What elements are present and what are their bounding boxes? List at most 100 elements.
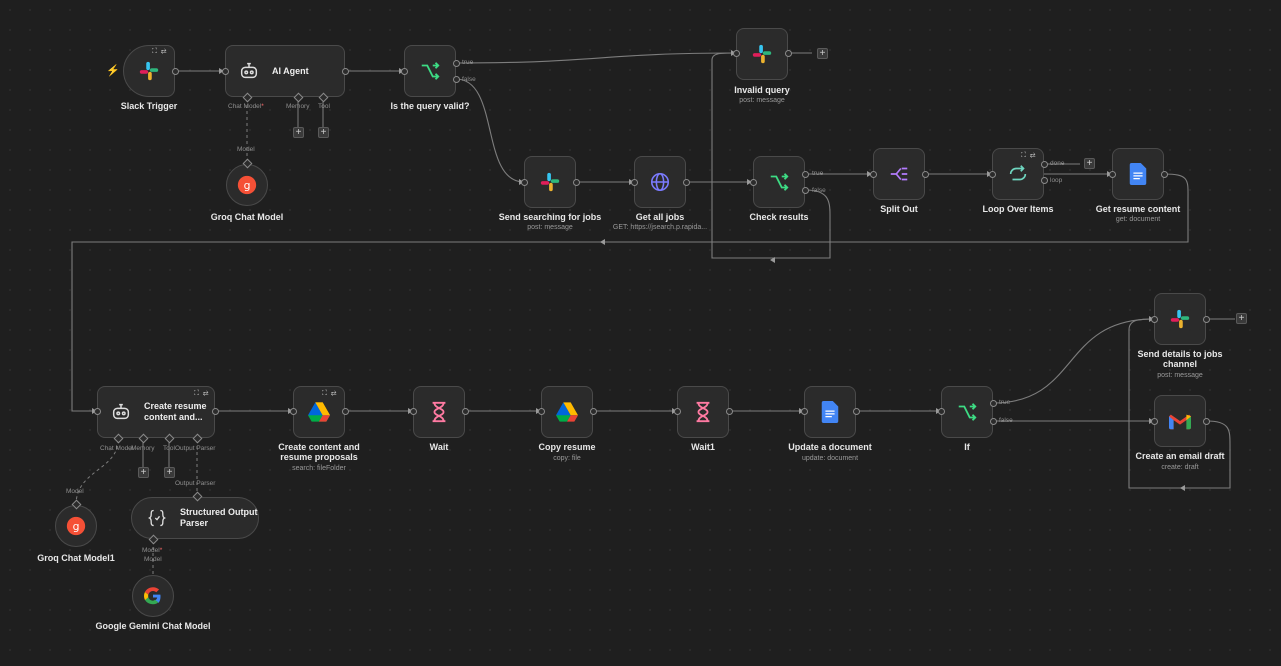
robot-icon	[108, 399, 134, 425]
output-port[interactable]	[1203, 316, 1210, 323]
true-output-port[interactable]	[802, 171, 809, 178]
node-subtitle: get: document	[1115, 216, 1161, 223]
model-port-label: Model	[144, 556, 162, 563]
node-label: Groq Chat Model	[210, 212, 284, 222]
input-port[interactable]	[538, 408, 545, 415]
true-output-port[interactable]	[453, 60, 460, 67]
input-port[interactable]	[94, 408, 101, 415]
node-subtitle: update: document	[801, 455, 859, 462]
node-groq-chat-model1[interactable]: g	[55, 505, 97, 547]
done-branch-label: done	[1050, 160, 1065, 167]
loop-icon	[1005, 161, 1031, 187]
false-output-port[interactable]	[453, 76, 460, 83]
node-if[interactable]	[941, 386, 993, 438]
input-port[interactable]	[410, 408, 417, 415]
node-label: Create content and resume proposals	[278, 442, 360, 462]
node-structured-output-parser[interactable]: Structured Output Parser	[131, 497, 259, 539]
input-port[interactable]	[1151, 316, 1158, 323]
false-output-port[interactable]	[802, 187, 809, 194]
output-port[interactable]	[726, 408, 733, 415]
output-port[interactable]	[683, 179, 690, 186]
add-node-button[interactable]: +	[1084, 158, 1095, 169]
input-port[interactable]	[733, 50, 740, 57]
node-get-resume-content[interactable]	[1112, 148, 1164, 200]
input-port[interactable]	[521, 179, 528, 186]
done-output-port[interactable]	[1041, 161, 1048, 168]
node-google-gemini-chat-model[interactable]	[132, 575, 174, 617]
false-branch-label: false	[999, 417, 1013, 424]
add-tool-button[interactable]: +	[164, 467, 175, 478]
false-output-port[interactable]	[990, 418, 997, 425]
node-check-results[interactable]	[753, 156, 805, 208]
node-invalid-query[interactable]	[736, 28, 788, 80]
input-port[interactable]	[631, 179, 638, 186]
node-send-searching-for-jobs[interactable]	[524, 156, 576, 208]
node-copy-resume[interactable]	[541, 386, 593, 438]
true-output-port[interactable]	[990, 400, 997, 407]
globe-icon	[647, 169, 673, 195]
input-port[interactable]	[870, 171, 877, 178]
output-port[interactable]	[1161, 171, 1168, 178]
google-docs-icon	[1125, 161, 1151, 187]
workflow-canvas[interactable]	[0, 0, 1281, 666]
groq-icon: g	[63, 513, 89, 539]
add-memory-button[interactable]: +	[293, 127, 304, 138]
output-port[interactable]	[172, 68, 179, 75]
output-port[interactable]	[462, 408, 469, 415]
node-send-details[interactable]	[1154, 293, 1206, 345]
input-port[interactable]	[989, 171, 996, 178]
input-port[interactable]	[938, 408, 945, 415]
node-get-all-jobs[interactable]	[634, 156, 686, 208]
node-options-icon[interactable]: ⛶ ⇄	[322, 390, 337, 398]
input-port[interactable]	[750, 179, 757, 186]
slack-icon	[1167, 306, 1193, 332]
add-node-button[interactable]: +	[1236, 313, 1247, 324]
node-update-document[interactable]	[804, 386, 856, 438]
chat-model-port-label: Chat Model	[100, 445, 134, 452]
node-label: Invalid query	[734, 85, 790, 95]
add-node-button[interactable]: +	[817, 48, 828, 59]
output-port[interactable]	[573, 179, 580, 186]
slack-icon	[136, 58, 162, 84]
node-label: Get resume content	[1095, 204, 1181, 214]
input-port[interactable]	[674, 408, 681, 415]
input-port[interactable]	[801, 408, 808, 415]
google-docs-icon	[817, 399, 843, 425]
output-port[interactable]	[342, 68, 349, 75]
node-is-query-valid[interactable]	[404, 45, 456, 97]
tool-port-label: Tool	[163, 445, 175, 452]
input-port[interactable]	[222, 68, 229, 75]
node-ai-agent[interactable]: AI Agent	[225, 45, 345, 97]
slack-icon	[537, 169, 563, 195]
node-label: Copy resume	[538, 442, 596, 452]
node-options-icon[interactable]: ⛶ ⇄	[194, 390, 209, 398]
node-options-icon[interactable]: ⛶ ⇄	[152, 48, 167, 56]
node-split-out[interactable]	[873, 148, 925, 200]
output-port[interactable]	[1203, 418, 1210, 425]
model-port-label: Model	[237, 146, 255, 153]
node-subtitle: copy: file	[553, 455, 581, 462]
node-label: Google Gemini Chat Model	[95, 621, 211, 631]
node-wait[interactable]	[413, 386, 465, 438]
input-port[interactable]	[290, 408, 297, 415]
output-port[interactable]	[212, 408, 219, 415]
output-port[interactable]	[785, 50, 792, 57]
add-memory-button[interactable]: +	[138, 467, 149, 478]
output-port[interactable]	[853, 408, 860, 415]
output-port[interactable]	[342, 408, 349, 415]
loop-output-port[interactable]	[1041, 177, 1048, 184]
node-label: Wait1	[691, 442, 715, 452]
node-subtitle: GET: https://jsearch.p.rapida...	[612, 224, 708, 231]
input-port[interactable]	[1109, 171, 1116, 178]
input-port[interactable]	[401, 68, 408, 75]
input-port[interactable]	[1151, 418, 1158, 425]
add-tool-button[interactable]: +	[318, 127, 329, 138]
memory-port-label: Memory	[131, 445, 155, 452]
output-port[interactable]	[590, 408, 597, 415]
node-wait1[interactable]	[677, 386, 729, 438]
node-options-icon[interactable]: ⛶ ⇄	[1021, 152, 1036, 160]
node-create-email-draft[interactable]	[1154, 395, 1206, 447]
node-groq-chat-model[interactable]: g	[226, 164, 268, 206]
node-subtitle: create: draft	[1161, 464, 1199, 471]
output-port[interactable]	[922, 171, 929, 178]
